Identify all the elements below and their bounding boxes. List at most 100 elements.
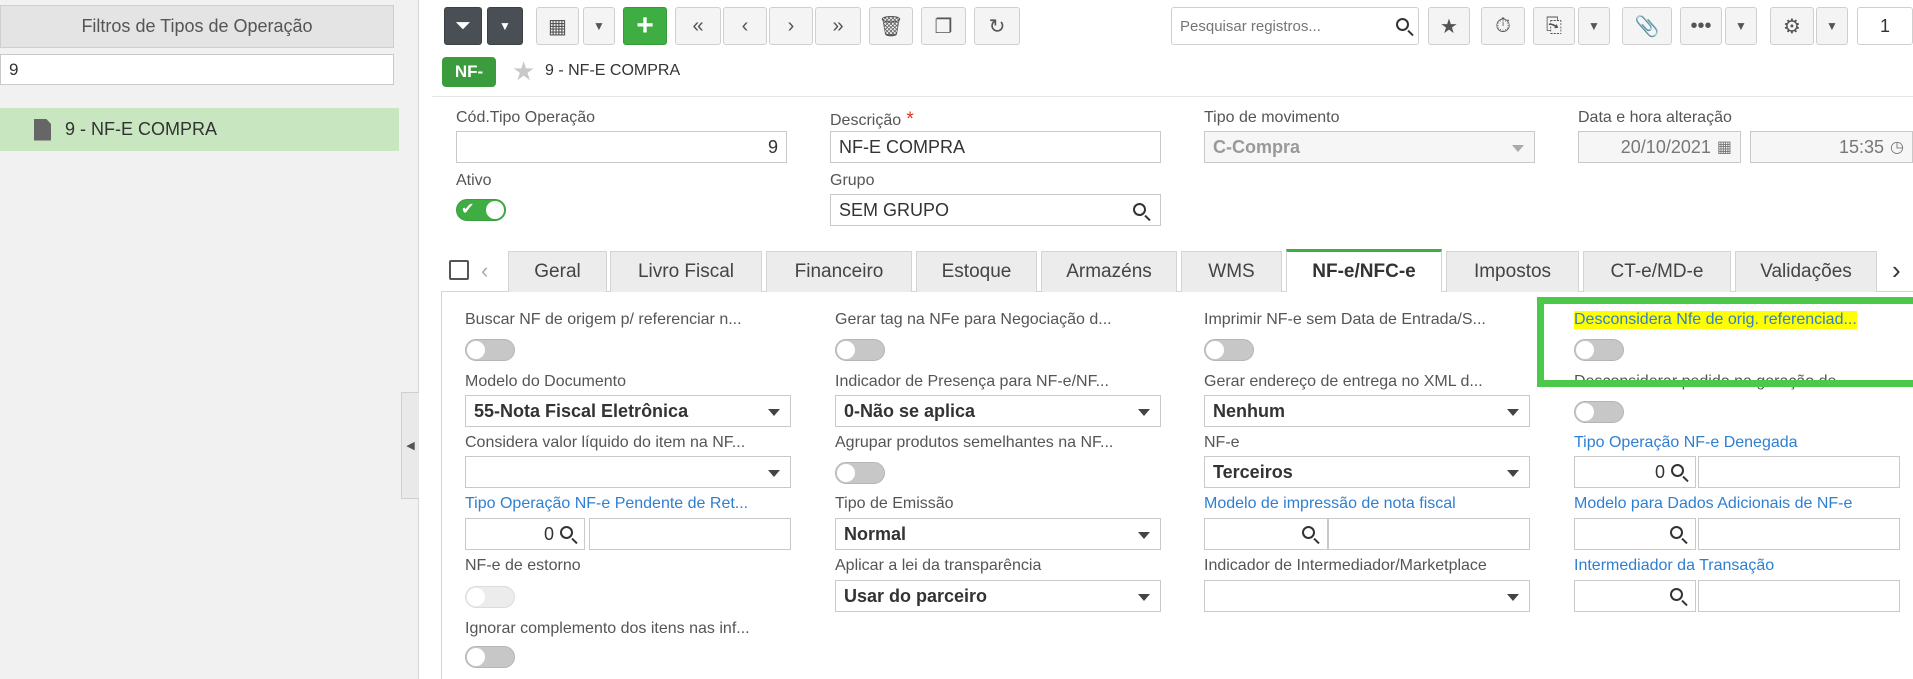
page-indicator[interactable]: 1	[1857, 7, 1913, 45]
add-icon: +	[636, 9, 654, 42]
more-dropdown-button[interactable]: ▼	[1725, 7, 1757, 45]
settings-dropdown-button[interactable]: ▼	[1816, 7, 1848, 45]
modelo-impressao-code-field[interactable]	[1204, 518, 1328, 550]
modelo-dados-desc-field[interactable]	[1698, 518, 1900, 550]
gerar-tag-toggle[interactable]	[835, 339, 885, 361]
date-field[interactable]: 20/10/2021 ▦	[1578, 131, 1741, 163]
lei-select[interactable]: Usar do parceiro	[835, 580, 1161, 612]
calendar-icon: ▦	[1716, 139, 1732, 156]
modelo-value: 55-Nota Fiscal Eletrônica	[474, 400, 689, 421]
search-icon[interactable]	[1133, 203, 1146, 216]
add-button[interactable]: +	[623, 7, 667, 45]
tabs-next-icon[interactable]: ›	[1892, 255, 1901, 286]
tab-validacoes[interactable]: Validações	[1735, 251, 1877, 292]
chevron-down-icon: ▼	[1735, 19, 1747, 33]
lei-label: Aplicar a lei da transparência	[835, 557, 1042, 574]
next-record-button[interactable]: ›	[769, 7, 813, 45]
modelo-impressao-desc-field[interactable]	[1328, 518, 1530, 550]
gerar-endereco-label: Gerar endereço de entrega no XML d...	[1204, 373, 1483, 390]
tab-armazens[interactable]: Armazéns	[1041, 251, 1177, 292]
tab-cte-mde[interactable]: CT-e/MD-e	[1583, 251, 1731, 292]
desc-value: NF-E COMPRA	[839, 136, 965, 157]
timer-button[interactable]: ⏱	[1481, 7, 1525, 45]
first-record-button[interactable]: «	[675, 7, 721, 45]
tab-nfe-nfce[interactable]: NF-e/NFC-e	[1286, 249, 1442, 292]
desc-field[interactable]: NF-E COMPRA	[830, 131, 1161, 163]
copy-tabs-icon[interactable]	[449, 260, 469, 280]
grid-dropdown-button[interactable]: ▼	[583, 7, 615, 45]
cod-field[interactable]: 9	[456, 131, 787, 163]
filter-input[interactable]	[0, 54, 394, 85]
chevron-down-icon	[768, 409, 780, 416]
favorite-button[interactable]: ★	[1428, 7, 1470, 45]
estorno-label: NF-e de estorno	[465, 557, 581, 574]
chevron-down-icon	[1138, 594, 1150, 601]
agrupar-toggle[interactable]	[835, 462, 885, 484]
settings-button[interactable]: ⚙	[1770, 7, 1814, 45]
emissao-value: Normal	[844, 523, 907, 544]
search-icon[interactable]	[1302, 526, 1315, 539]
search-icon[interactable]	[560, 526, 573, 539]
export-dropdown-button[interactable]: ▼	[1578, 7, 1610, 45]
desconsiderar-pedido-toggle[interactable]	[1574, 401, 1624, 423]
tree-item-operation[interactable]: 9 - NF-E COMPRA	[0, 108, 399, 151]
tab-financeiro[interactable]: Financeiro	[766, 251, 912, 292]
estorno-toggle[interactable]	[465, 586, 515, 608]
prev-record-button[interactable]: ‹	[723, 7, 767, 45]
intermed-trans-desc-field[interactable]	[1698, 580, 1900, 612]
gerar-endereco-select[interactable]: Nenhum	[1204, 395, 1530, 427]
gear-icon: ⚙	[1783, 15, 1801, 38]
star-icon[interactable]: ★	[512, 56, 535, 87]
filter-button[interactable]: ⏷	[444, 7, 482, 45]
search-icon[interactable]	[1670, 526, 1683, 539]
document-icon	[34, 118, 51, 141]
indicador-value: 0-Não se aplica	[844, 400, 976, 421]
time-value: 15:35	[1838, 136, 1885, 157]
denegada-code-field[interactable]: 0	[1574, 456, 1696, 488]
intermediador-select[interactable]	[1204, 580, 1530, 612]
nfe-label: NF-e	[1204, 434, 1240, 451]
imprimir-toggle[interactable]	[1204, 339, 1254, 361]
mov-value: C-Compra	[1213, 136, 1301, 157]
grupo-field[interactable]: SEM GRUPO	[830, 194, 1161, 226]
modelo-dados-label: Modelo para Dados Adicionais de NF-e	[1574, 495, 1853, 512]
denegada-desc-field[interactable]	[1698, 456, 1900, 488]
copy-button[interactable]: ❐	[921, 7, 966, 45]
tab-livro-fiscal[interactable]: Livro Fiscal	[610, 251, 762, 292]
mov-select[interactable]: C-Compra	[1204, 131, 1535, 163]
filter-dropdown-button[interactable]: ▼	[487, 7, 523, 45]
collapse-panel-handle[interactable]: ◀	[401, 392, 419, 499]
more-icon: •••	[1690, 14, 1712, 37]
search-input[interactable]	[1171, 7, 1419, 45]
refresh-button[interactable]: ↻	[974, 7, 1020, 45]
time-field[interactable]: 15:35 ◷	[1750, 131, 1913, 163]
last-record-button[interactable]: »	[815, 7, 861, 45]
indicador-select[interactable]: 0-Não se aplica	[835, 395, 1161, 427]
search-icon[interactable]	[1671, 464, 1684, 477]
intermed-trans-code-field[interactable]	[1574, 580, 1696, 612]
attach-button[interactable]: 📎	[1622, 7, 1672, 45]
more-button[interactable]: •••	[1680, 7, 1722, 45]
date-value: 20/10/2021	[1620, 136, 1711, 157]
considera-label: Considera valor líquido do item na NF...	[465, 434, 746, 451]
cod-value: 9	[767, 136, 778, 157]
nfe-select[interactable]: Terceiros	[1204, 456, 1530, 488]
tab-estoque[interactable]: Estoque	[916, 251, 1037, 292]
tab-geral[interactable]: Geral	[508, 251, 607, 292]
pendente-code-field[interactable]: 0	[465, 518, 585, 550]
search-icon[interactable]	[1670, 588, 1683, 601]
grid-view-button[interactable]: ▦	[536, 7, 579, 45]
pendente-desc-field[interactable]	[589, 518, 791, 550]
emissao-select[interactable]: Normal	[835, 518, 1161, 550]
tab-wms[interactable]: WMS	[1181, 251, 1282, 292]
export-button[interactable]: ⎘	[1533, 7, 1575, 45]
tabs-prev-icon[interactable]: ‹	[481, 258, 488, 284]
delete-button[interactable]: 🗑	[869, 7, 913, 45]
modelo-select[interactable]: 55-Nota Fiscal Eletrônica	[465, 395, 791, 427]
modelo-dados-code-field[interactable]	[1574, 518, 1696, 550]
ignorar-toggle[interactable]	[465, 646, 515, 668]
buscar-toggle[interactable]	[465, 339, 515, 361]
tab-impostos[interactable]: Impostos	[1446, 251, 1579, 292]
chevron-down-icon: ▼	[499, 19, 511, 33]
considera-select[interactable]	[465, 456, 791, 488]
